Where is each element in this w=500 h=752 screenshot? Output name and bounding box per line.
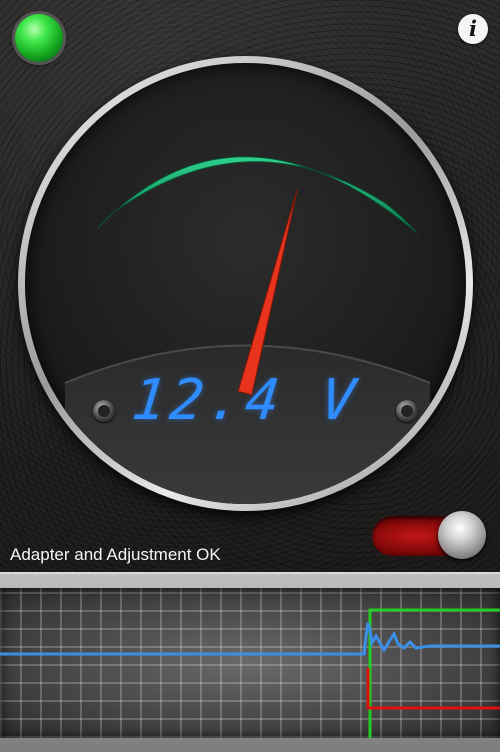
gauge-graphics [64, 156, 431, 504]
voltage-readout: 12.4 V [25, 368, 466, 433]
green-range-band [97, 156, 418, 234]
info-button[interactable]: i [458, 14, 488, 44]
oscilloscope-panel [0, 572, 500, 752]
voltage-unit: V [317, 368, 363, 433]
lower-threshold-trace [366, 668, 500, 710]
info-icon: i [469, 16, 477, 41]
signal-trace [0, 622, 500, 656]
status-bar: Adapter and Adjustment OK [0, 542, 500, 572]
voltage-value: 12.4 [128, 368, 287, 433]
status-message: Adapter and Adjustment OK [10, 545, 221, 564]
scope-traces [0, 608, 500, 738]
upper-threshold-trace [368, 608, 500, 738]
oscilloscope-screen [0, 588, 500, 738]
voltmeter-gauge: 12.4 V [18, 56, 473, 511]
gauge-face: 12.4 V [25, 63, 466, 504]
green-led-icon [15, 14, 63, 62]
